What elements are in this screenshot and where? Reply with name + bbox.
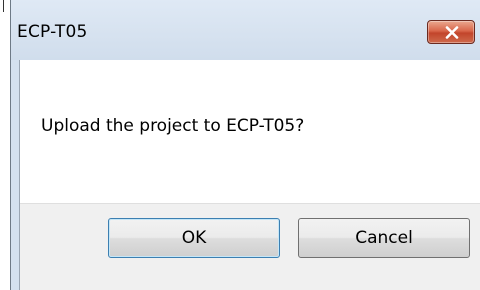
title-bar[interactable]: ECP-T05 <box>11 0 480 60</box>
background-window-edge <box>0 0 10 14</box>
message-dialog: ECP-T05 Upload the project to ECP-T05? O… <box>10 0 480 290</box>
close-icon <box>445 26 459 39</box>
window-title: ECP-T05 <box>17 22 88 42</box>
ok-button[interactable]: OK <box>108 218 280 258</box>
screen: ECP-T05 Upload the project to ECP-T05? O… <box>0 0 480 290</box>
message-area: Upload the project to ECP-T05? <box>20 60 480 203</box>
message-text: Upload the project to ECP-T05? <box>41 116 305 136</box>
close-button[interactable] <box>427 20 475 44</box>
cancel-button[interactable]: Cancel <box>298 218 470 258</box>
dialog-client-area: Upload the project to ECP-T05? OK Cancel <box>19 60 480 290</box>
